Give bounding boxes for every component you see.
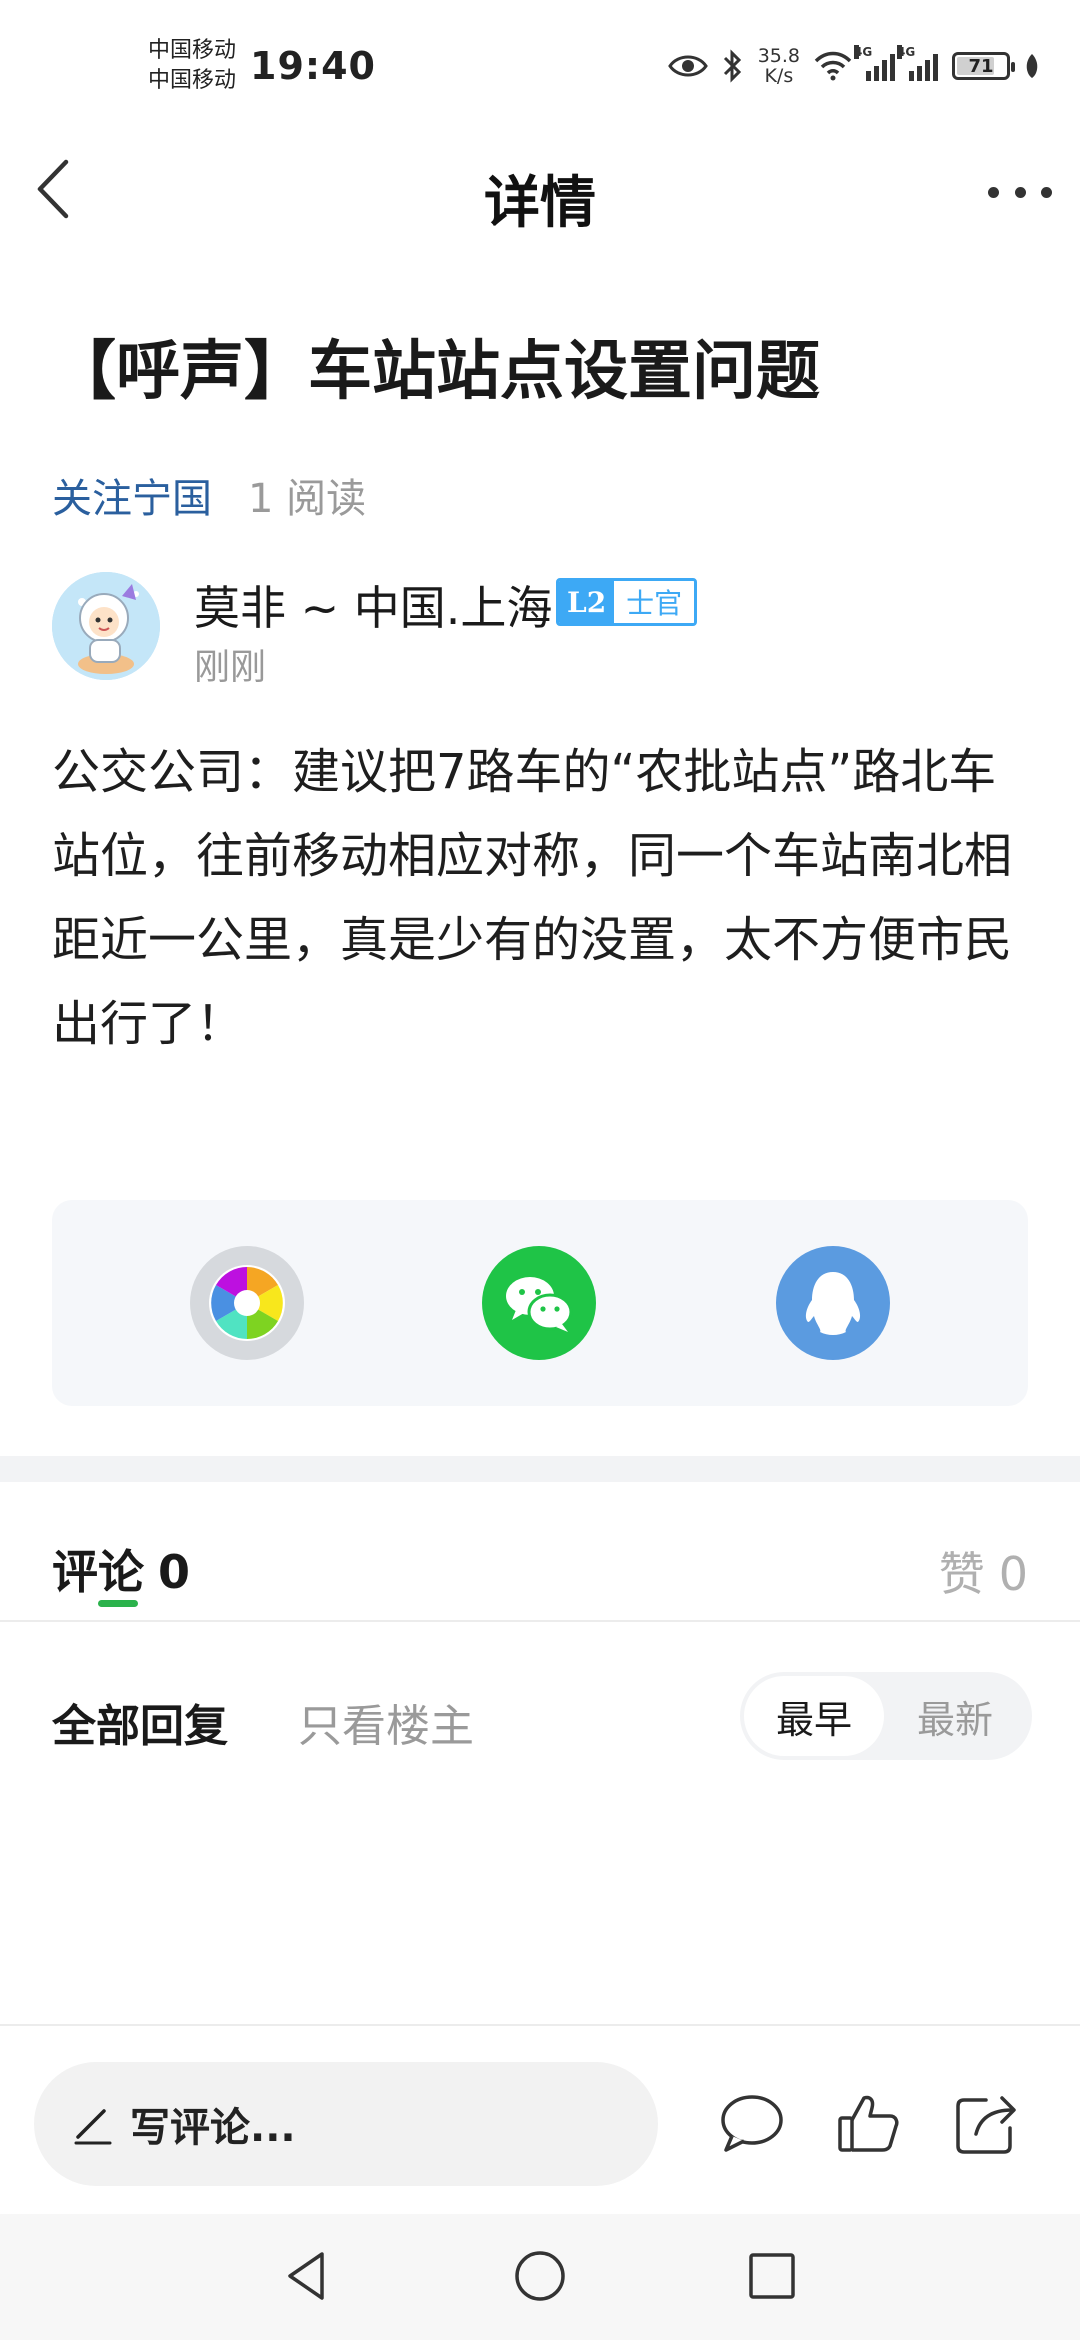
like-button[interactable] xyxy=(834,2088,904,2158)
section-divider xyxy=(0,1456,1080,1482)
topic-link[interactable]: 关注宁国 xyxy=(52,466,212,524)
post-time: 刚刚 xyxy=(194,647,267,688)
square-recents-icon xyxy=(749,2253,795,2299)
post-body: 公交公司：建议把7路车的“农批站点”路北车站位，往前移动相应对称，同一个车站南北… xyxy=(52,744,1013,1052)
write-comment-input[interactable]: 写评论... xyxy=(34,2062,658,2186)
carrier-info: 中国移动 中国移动 xyxy=(148,36,236,96)
system-back-button[interactable] xyxy=(278,2246,338,2306)
sort-toggle: 最早 最新 xyxy=(740,1672,1032,1760)
network-type-1: 4G xyxy=(854,45,873,59)
sort-earliest-button[interactable]: 最早 xyxy=(744,1676,884,1756)
share-moments-button[interactable] xyxy=(190,1246,304,1360)
comment-button[interactable] xyxy=(716,2088,786,2158)
more-dot-icon xyxy=(1014,186,1026,198)
share-wechat-button[interactable] xyxy=(482,1246,596,1360)
likes-count: 0 xyxy=(998,1547,1028,1601)
carrier-2: 中国移动 xyxy=(148,68,237,93)
sort-latest-button[interactable]: 最新 xyxy=(890,1676,1020,1756)
net-speed-value: 35.8 xyxy=(757,45,800,67)
tab-likes-label: 赞 xyxy=(938,1547,985,1601)
qq-icon xyxy=(805,1272,861,1335)
comment-filter-row: 全部回复 只看楼主 最早 最新 xyxy=(0,1660,1080,1760)
bottom-action-bar: 写评论... xyxy=(0,2024,1080,2214)
author-name[interactable]: 莫非 ~ 中国.上海 xyxy=(194,572,552,638)
net-speed: 35.8 K/s xyxy=(758,46,800,86)
moments-icon xyxy=(209,1265,285,1341)
tab-comments-label: 评论 xyxy=(52,1545,144,1599)
read-count: 1 阅读 xyxy=(248,476,367,522)
signal-icon-1: 4G xyxy=(854,45,895,81)
author-row: 莫非 ~ 中国.上海 L2 士官 刚刚 xyxy=(52,572,1032,688)
pen-icon xyxy=(74,2109,112,2145)
post-title: 【呼声】车站站点设置问题 xyxy=(52,335,820,409)
more-options-button[interactable] xyxy=(988,172,1052,212)
leaf-icon xyxy=(1026,54,1038,78)
wifi-icon xyxy=(814,51,852,81)
filter-op-only[interactable]: 只看楼主 xyxy=(298,1690,474,1754)
system-home-button[interactable] xyxy=(510,2246,570,2306)
bluetooth-icon xyxy=(723,49,741,83)
comments-count: 0 xyxy=(158,1545,191,1599)
triangle-back-icon xyxy=(288,2252,324,2300)
filter-all-replies[interactable]: 全部回复 xyxy=(52,1690,228,1754)
write-comment-label: 写评论... xyxy=(130,2105,296,2151)
status-icons: 35.8 K/s 4G 4G 71 xyxy=(667,44,1040,88)
comment-bubble-icon xyxy=(721,2095,783,2152)
level-rank: 士官 xyxy=(614,581,695,623)
status-bar: 中国移动 中国移动 19:40 35.8 K/s 4G 4G 71 xyxy=(0,0,1080,130)
more-dot-icon xyxy=(988,186,999,198)
status-time: 19:40 xyxy=(250,44,376,88)
astronaut-avatar-icon xyxy=(52,572,160,680)
battery-icon: 71 xyxy=(952,52,1015,80)
tab-comments[interactable]: 评论 0 xyxy=(52,1536,190,1602)
post-meta: 关注宁国 1 阅读 xyxy=(52,466,366,524)
share-qq-button[interactable] xyxy=(776,1246,890,1360)
net-speed-unit: K/s xyxy=(764,65,794,87)
comments-header: 评论 0 赞0 xyxy=(0,1482,1080,1622)
share-button[interactable] xyxy=(952,2088,1022,2158)
share-icon xyxy=(956,2096,1016,2154)
system-recents-button[interactable] xyxy=(742,2246,802,2306)
system-navigation-bar xyxy=(0,2214,1080,2340)
wechat-icon xyxy=(506,1277,573,1332)
network-type-2: 4G xyxy=(897,45,916,59)
active-tab-indicator xyxy=(98,1600,138,1607)
level-badge: L2 士官 xyxy=(556,578,698,626)
top-nav-bar: 详情 xyxy=(0,130,1080,250)
level-number: L2 xyxy=(559,581,615,623)
circle-home-icon xyxy=(515,2251,565,2301)
signal-icon-2: 4G xyxy=(897,45,938,81)
tab-likes[interactable]: 赞0 xyxy=(939,1538,1028,1604)
share-panel xyxy=(52,1200,1028,1406)
eye-icon xyxy=(667,55,708,77)
more-dot-icon xyxy=(1041,186,1052,198)
page-title: 详情 xyxy=(484,171,596,236)
thumbs-up-icon xyxy=(838,2095,899,2152)
avatar[interactable] xyxy=(52,572,160,680)
carrier-1: 中国移动 xyxy=(148,38,237,63)
battery-level: 71 xyxy=(968,55,994,77)
